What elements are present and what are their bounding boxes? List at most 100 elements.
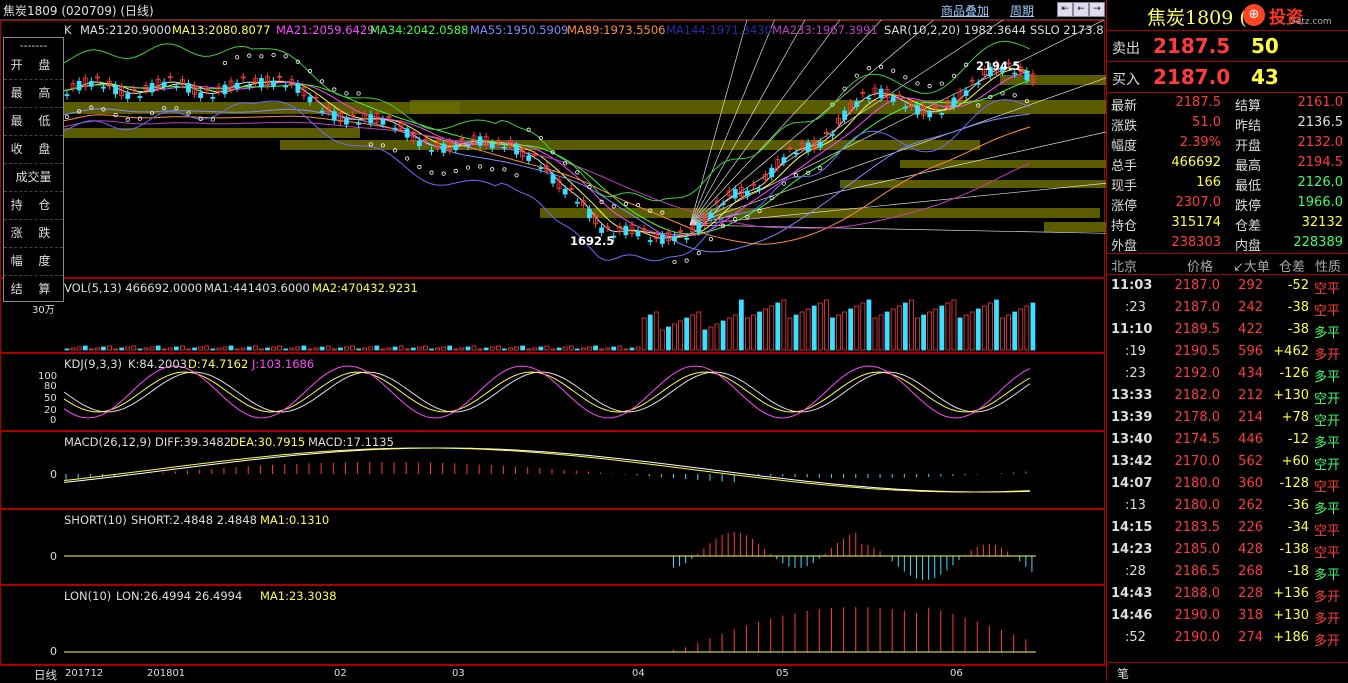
quote-label: 持仓 xyxy=(1111,219,1138,234)
candle xyxy=(927,111,933,118)
tick-row[interactable]: 13:33 2182.0 212 +130 空开 xyxy=(1107,385,1348,407)
volume-bar xyxy=(107,345,112,351)
candle xyxy=(562,188,568,195)
tick-row[interactable]: :19 2190.5 596 +462 多开 xyxy=(1107,341,1348,363)
ask-label: 卖出 xyxy=(1112,41,1140,57)
nav-first-icon[interactable]: ⇤ xyxy=(1057,2,1073,17)
candle xyxy=(635,230,641,237)
tick-row[interactable]: 14:15 2183.5 226 -34 空平 xyxy=(1107,517,1348,539)
tick-row[interactable]: 13:40 2174.5 446 -12 多平 xyxy=(1107,429,1348,451)
volume-bar xyxy=(909,299,914,351)
volume-bar xyxy=(508,347,513,351)
sar-dot xyxy=(259,54,264,59)
tick-nature: 多平 xyxy=(1314,568,1341,583)
chart-area[interactable]: K MA5:2120.9000 MA13:2080.8077 MA21:2059… xyxy=(0,20,1106,665)
kdj-line xyxy=(63,365,1031,419)
sar-dot xyxy=(891,68,896,73)
volume-bar xyxy=(82,345,88,351)
volume-bar xyxy=(374,345,380,351)
tick-row[interactable]: :23 2187.0 242 -38 空平 xyxy=(1107,297,1348,319)
quote-value: 2126.0 xyxy=(1297,175,1344,190)
volume-bar xyxy=(611,346,617,351)
quote-value: 2161.0 xyxy=(1297,95,1344,110)
tick-time: 11:03 xyxy=(1111,278,1153,293)
quote-value: 2307.0 xyxy=(1175,195,1222,210)
tick-row[interactable]: :52 2190.0 274 +186 多开 xyxy=(1107,627,1348,649)
volume-bar xyxy=(240,347,246,351)
volume-bar xyxy=(580,347,586,351)
volume-bar xyxy=(854,305,860,351)
sar-dot xyxy=(235,55,240,60)
volume-bar xyxy=(884,311,890,351)
time-axis: 日线 201712 201801 02 03 04 05 06 xyxy=(0,665,1106,682)
candle xyxy=(745,190,750,197)
tick-price: 2192.0 xyxy=(1174,366,1221,381)
tick-row[interactable]: 13:42 2170.0 562 +60 空开 xyxy=(1107,451,1348,473)
time-label: 04 xyxy=(632,668,645,679)
volume-bar xyxy=(483,347,489,351)
volume-bar xyxy=(252,345,258,351)
tick-row[interactable]: 11:10 2189.5 422 -38 多平 xyxy=(1107,319,1348,341)
tick-row[interactable]: :28 2186.5 268 -18 多平 xyxy=(1107,561,1348,583)
kline-chart[interactable] xyxy=(0,20,1106,665)
tick-row[interactable]: 13:39 2178.0 214 +78 空开 xyxy=(1107,407,1348,429)
tick-row[interactable]: 11:03 2187.0 292 -52 空平 xyxy=(1107,275,1348,297)
tick-oi-change: -52 xyxy=(1287,278,1309,293)
volume-bar xyxy=(562,346,568,351)
overlay-button[interactable]: 商品叠加 xyxy=(941,2,989,19)
candle xyxy=(113,84,118,95)
volume-bar xyxy=(301,345,307,351)
candle xyxy=(307,96,313,103)
candle xyxy=(720,203,726,205)
short-legend: SHORT(10) xyxy=(64,513,127,527)
candle xyxy=(222,84,228,95)
sar-legend: SAR(10,2,20) 1982.3644 xyxy=(884,23,1027,37)
tab-ticks[interactable]: 笔 xyxy=(1117,665,1129,682)
quote-label: 昨结 xyxy=(1235,119,1262,134)
quote-label: 涨跌 xyxy=(1111,119,1138,134)
volume-bar xyxy=(216,347,222,351)
tick-row[interactable]: 14:07 2180.0 360 -128 空平 xyxy=(1107,473,1348,495)
sar-dot xyxy=(915,81,920,86)
candle xyxy=(101,86,106,89)
candle xyxy=(526,155,532,161)
volume-bar xyxy=(283,348,289,351)
tick-row[interactable]: 14:23 2185.0 428 -138 空平 xyxy=(1107,539,1348,561)
tick-list[interactable]: 11:03 2187.0 292 -52 空平:23 2187.0 242 -38 空平 11:1… xyxy=(1107,275,1348,649)
volume-bar xyxy=(963,314,969,351)
volume-bar xyxy=(289,347,295,351)
candle xyxy=(732,189,738,199)
volume-bar xyxy=(459,347,465,351)
nav-prev-icon[interactable]: ← xyxy=(1073,2,1089,17)
sar-dot xyxy=(878,64,884,70)
tick-price: 2190.0 xyxy=(1174,630,1221,645)
candle xyxy=(125,93,131,99)
kdj-tick-80: 80 xyxy=(44,381,57,392)
volume-bar xyxy=(441,346,447,351)
volume-bar xyxy=(641,317,647,351)
period-button[interactable]: 周期 xyxy=(1010,2,1034,19)
tick-row[interactable]: 14:46 2190.0 318 +130 多开 xyxy=(1107,605,1348,627)
ask-row: 卖出 2187.5 50 xyxy=(1107,31,1348,62)
tick-oi-change: -38 xyxy=(1287,300,1309,315)
volume-bar xyxy=(805,308,811,351)
sar-dot xyxy=(490,167,495,172)
tick-row[interactable]: 14:43 2188.0 228 +136 多开 xyxy=(1107,583,1348,605)
volume-bar xyxy=(945,302,951,351)
volume-bar xyxy=(927,311,933,351)
tick-row[interactable]: :13 2180.0 262 -36 多平 xyxy=(1107,495,1348,517)
sar-dot xyxy=(514,173,519,178)
volume-bar xyxy=(678,320,683,351)
candle xyxy=(416,140,422,147)
nav-next-icon[interactable]: → xyxy=(1089,2,1105,17)
tick-row[interactable]: :23 2192.0 434 -126 多平 xyxy=(1107,363,1348,385)
candle xyxy=(319,110,325,113)
sar-dot xyxy=(283,54,288,59)
tick-volume: 242 xyxy=(1238,300,1263,315)
volume-bar xyxy=(234,348,240,351)
volume-bar xyxy=(969,311,975,351)
ma13-legend: MA13:2080.8077 xyxy=(172,23,271,37)
tick-volume: 446 xyxy=(1238,432,1263,447)
tick-nature: 多开 xyxy=(1314,612,1341,627)
quote-label: 仓差 xyxy=(1235,219,1262,234)
